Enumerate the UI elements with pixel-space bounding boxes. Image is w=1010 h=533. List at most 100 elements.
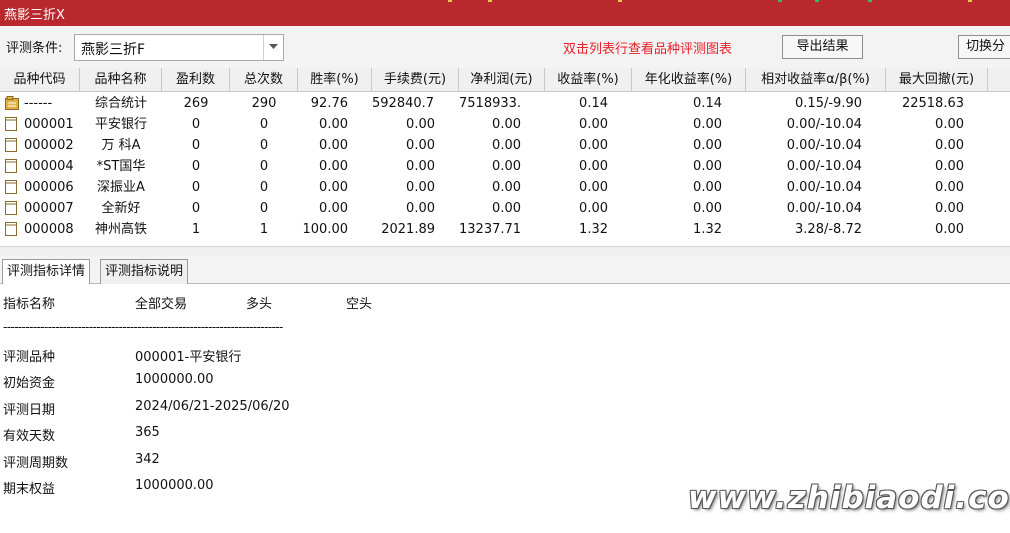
cell-annual-return: 1.32 <box>693 222 722 237</box>
cell-max-drawdown: 0.00 <box>935 159 964 174</box>
table-row[interactable]: 000006 深振业A 0 0 0.00 0.00 0.00 0.00 0.00 0.00/-10… <box>0 177 1010 198</box>
cell-alpha-beta: 0.00/-10.04 <box>786 201 862 216</box>
cell-win-rate: 0.00 <box>319 201 348 216</box>
cell-max-drawdown: 0.00 <box>935 117 964 132</box>
cell-wins: 1 <box>191 222 201 237</box>
detail-divider: ----------------------------------------… <box>3 320 283 334</box>
cell-code: 000008 <box>24 222 74 237</box>
hint-text: 双击列表行查看品种评测图表 <box>563 42 733 57</box>
header-col-name[interactable]: 品种名称 <box>80 68 162 92</box>
cell-name: 万 科A <box>101 138 141 153</box>
cell-max-drawdown: 0.00 <box>935 138 964 153</box>
cell-alpha-beta: 0.00/-10.04 <box>786 117 862 132</box>
cell-wins: 269 <box>183 96 209 111</box>
results-table[interactable]: 品种代码 品种名称 盈利数 总次数 胜率(%) 手续费(元) 净利润(元) 收益率(%) 年化收… <box>0 68 1010 246</box>
panel-splitter[interactable] <box>0 246 1010 256</box>
tab-indicator-details[interactable]: 评测指标详情 <box>2 259 91 284</box>
cell-max-drawdown: 0.00 <box>935 201 964 216</box>
detail-tabs: 评测指标详情 评测指标说明 <box>0 256 1010 284</box>
header-col-max-drawdown[interactable]: 最大回撤(元) <box>886 68 988 92</box>
toolbar: 评测条件: 燕影三折F 双击列表行查看品种评测图表 导出结果 切换分 <box>0 26 1010 68</box>
cell-fee: 592840.71 <box>372 96 435 111</box>
color-tick <box>868 0 872 2</box>
header-col-net-profit[interactable]: 净利润(元) <box>459 68 545 92</box>
chevron-down-icon <box>269 44 278 49</box>
cell-code: 000004 <box>24 159 74 174</box>
cell-code: 000007 <box>24 201 74 216</box>
detail-label: 评测品种 <box>3 350 56 365</box>
table-header: 品种代码 品种名称 盈利数 总次数 胜率(%) 手续费(元) 净利润(元) 收益率(%) 年化收… <box>0 68 1010 92</box>
cell-alpha-beta: 0.00/-10.04 <box>786 180 862 195</box>
switch-button[interactable]: 切换分 <box>958 35 1010 59</box>
cell-max-drawdown: 0.00 <box>935 180 964 195</box>
export-results-button[interactable]: 导出结果 <box>782 35 863 59</box>
cell-annual-return: 0.00 <box>693 159 722 174</box>
color-tick <box>488 0 492 2</box>
table-row[interactable]: 000008 神州高铁 1 1 100.00 2021.89 13237.71 1.32 1.3… <box>0 219 1010 240</box>
cell-return: 0.00 <box>579 117 608 132</box>
cell-wins: 0 <box>191 117 201 132</box>
cell-annual-return: 0.00 <box>693 117 722 132</box>
header-col-annual-return[interactable]: 年化收益率(%) <box>632 68 746 92</box>
window-titlebar[interactable]: 燕影三折X <box>0 0 1010 26</box>
table-row[interactable]: 000007 全新好 0 0 0.00 0.00 0.00 0.00 0.00 0.00/-10.… <box>0 198 1010 219</box>
cell-name: 平安银行 <box>94 117 147 132</box>
color-tick <box>815 0 819 2</box>
cell-wins: 0 <box>191 138 201 153</box>
detail-label: 期末权益 <box>3 482 56 497</box>
header-col-code[interactable]: 品种代码 <box>0 68 80 92</box>
condition-select[interactable]: 燕影三折F <box>74 34 284 61</box>
header-col-wins[interactable]: 盈利数 <box>162 68 230 92</box>
cell-annual-return: 0.00 <box>693 201 722 216</box>
tab-indicator-description[interactable]: 评测指标说明 <box>100 259 189 284</box>
color-tick <box>968 0 972 2</box>
cell-win-rate: 100.00 <box>302 222 349 237</box>
color-tick <box>448 0 452 2</box>
header-col-fee[interactable]: 手续费(元) <box>372 68 459 92</box>
cell-name: 综合统计 <box>94 96 147 111</box>
cell-return: 1.32 <box>579 222 608 237</box>
detail-label: 评测日期 <box>3 402 56 418</box>
cell-net-profit: 13237.71 <box>459 222 521 237</box>
cell-name: 神州高铁 <box>94 222 147 237</box>
condition-label: 评测条件: <box>6 41 63 56</box>
table-row[interactable]: 000002 万 科A 0 0 0.00 0.00 0.00 0.00 0.00 0.00/-10… <box>0 135 1010 156</box>
header-col-total[interactable]: 总次数 <box>230 68 298 92</box>
cell-fee: 0.00 <box>406 117 435 132</box>
table-row[interactable]: 000004 *ST国华 0 0 0.00 0.00 0.00 0.00 0.00 0.00/-1… <box>0 156 1010 177</box>
cell-max-drawdown: 22518.63 <box>901 96 964 111</box>
detail-value: 1000000.00 <box>135 372 214 388</box>
detail-col-indicator: 指标名称 <box>3 297 56 312</box>
cell-wins: 0 <box>191 180 201 195</box>
cell-return: 0.00 <box>579 180 608 195</box>
cell-return: 0.14 <box>579 96 608 111</box>
cell-win-rate: 0.00 <box>319 159 348 174</box>
cell-net-profit: 7518933.... <box>459 96 521 111</box>
cell-code: 000001 <box>24 117 74 132</box>
header-col-alpha-beta[interactable]: 相对收益率α/β(%) <box>746 68 886 92</box>
cell-code: 000002 <box>24 138 74 153</box>
color-tick <box>778 0 782 2</box>
detail-label: 评测周期数 <box>3 455 69 471</box>
header-col-return[interactable]: 收益率(%) <box>545 68 632 92</box>
header-col-win-rate[interactable]: 胜率(%) <box>298 68 372 92</box>
detail-col-all: 全部交易 <box>135 297 188 312</box>
cell-win-rate: 0.00 <box>319 138 348 153</box>
table-row[interactable]: 000001 平安银行 0 0 0.00 0.00 0.00 0.00 0.00 0.00/-10… <box>0 114 1010 135</box>
dropdown-button[interactable] <box>263 35 283 60</box>
cell-net-profit: 0.00 <box>492 117 521 132</box>
detail-label: 初始资金 <box>3 376 56 392</box>
table-row[interactable]: ------ 综合统计 269 290 92.76 592840.71 7518933...… <box>0 93 1010 114</box>
window-title: 燕影三折X <box>4 8 65 23</box>
cell-fee: 0.00 <box>406 159 435 174</box>
cell-net-profit: 0.00 <box>492 138 521 153</box>
detail-value: 342 <box>135 451 160 467</box>
cell-annual-return: 0.00 <box>693 180 722 195</box>
cell-win-rate: 92.76 <box>310 96 348 111</box>
cell-net-profit: 0.00 <box>492 180 521 195</box>
cell-fee: 0.00 <box>406 138 435 153</box>
cell-code: 000006 <box>24 180 74 195</box>
cell-total: 0 <box>259 117 269 132</box>
condition-value: 燕影三折F <box>81 42 146 58</box>
cell-net-profit: 0.00 <box>492 159 521 174</box>
